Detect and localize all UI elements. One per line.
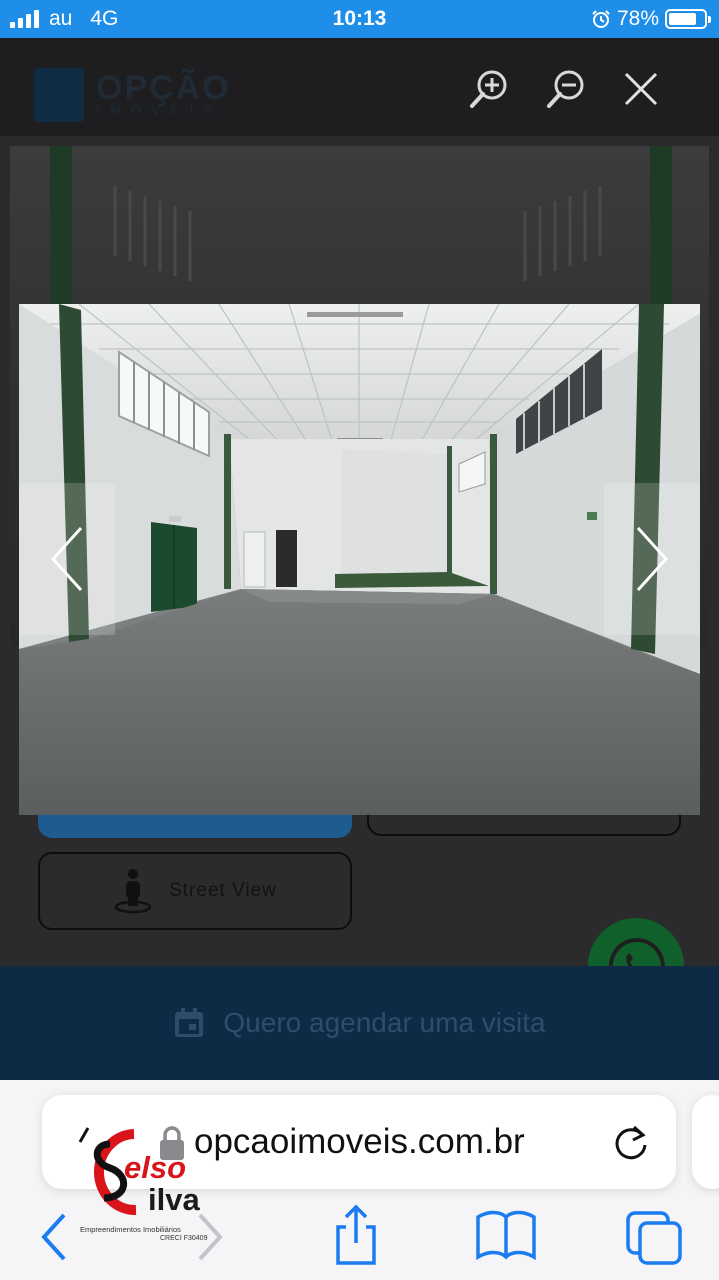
zoom-in-icon[interactable] (468, 68, 510, 110)
status-bar: au 4G 10:13 78% (0, 0, 719, 38)
schedule-visit-label: Quero agendar uma visita (223, 1007, 546, 1038)
forward-icon[interactable] (176, 1203, 240, 1267)
chevron-right-icon (636, 526, 669, 592)
street-view-label: Street View (169, 880, 277, 901)
chevron-left-icon (50, 526, 83, 592)
zoom-out-icon[interactable] (545, 68, 587, 110)
street-view-button[interactable]: Street View (38, 852, 352, 930)
watermark-line3: Empreendimentos Imobiliários (80, 1225, 181, 1234)
bookmarks-icon[interactable] (474, 1203, 538, 1267)
gallery-photo[interactable] (19, 304, 700, 815)
close-icon[interactable] (620, 68, 662, 110)
warehouse-photo (19, 304, 700, 815)
alarm-icon (592, 10, 610, 28)
battery-percent: 78% (616, 7, 659, 30)
back-icon[interactable] (24, 1203, 88, 1267)
watermark-line1: elso (124, 1150, 187, 1185)
street-view-icon (114, 869, 152, 914)
reload-icon[interactable] (610, 1121, 652, 1163)
share-icon[interactable] (324, 1203, 388, 1267)
next-tab-preview[interactable] (692, 1095, 719, 1189)
previous-photo-button[interactable] (19, 483, 115, 635)
next-photo-button[interactable] (604, 483, 700, 635)
calendar-icon (175, 1008, 204, 1037)
url-text: opcaoimoveis.com.br (194, 1122, 525, 1161)
battery-icon (665, 9, 711, 29)
screen: au 4G 10:13 78% OPÇÃO IMOVEIS Street Vie… (0, 0, 719, 1280)
status-right: 78% (591, 7, 711, 31)
battery-tip (708, 16, 711, 23)
tabs-icon[interactable] (624, 1203, 688, 1267)
viewer-toolbar (0, 38, 719, 138)
schedule-visit-button[interactable]: Quero agendar uma visita (0, 966, 719, 1080)
battery-fill (669, 13, 696, 25)
